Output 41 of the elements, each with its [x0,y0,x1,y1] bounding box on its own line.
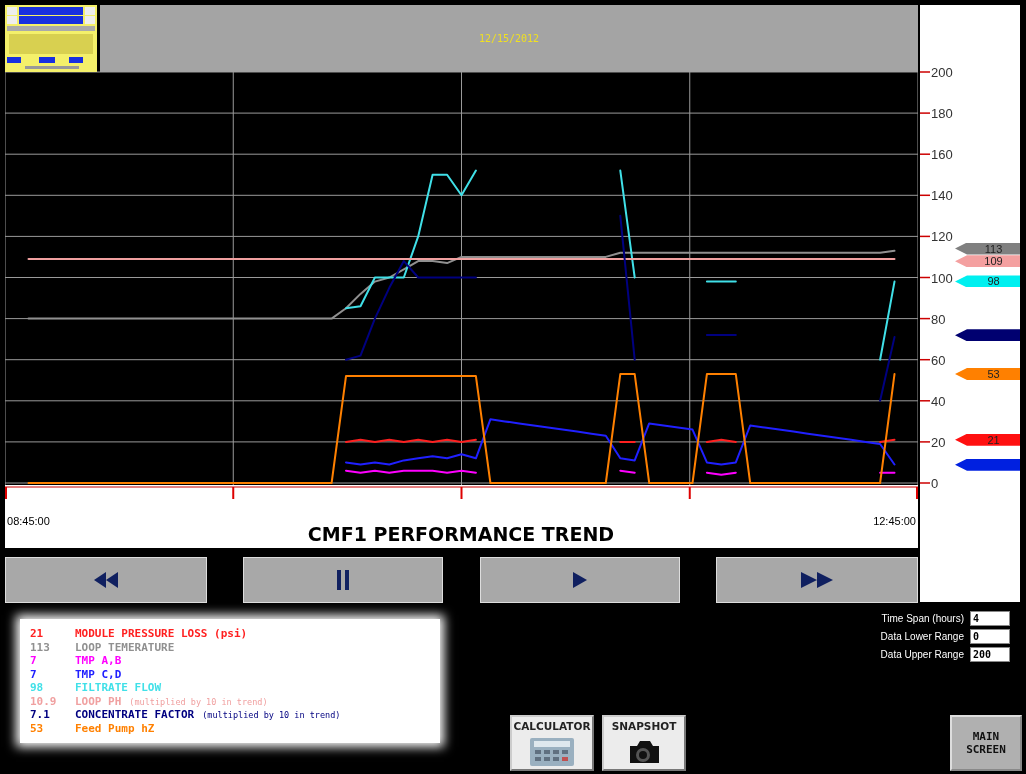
legend-value: 21 [30,627,45,640]
time-label: 08:45:00 [7,515,50,527]
legend-value: 7 [30,654,38,667]
chart-title: CMF1 PERFORMANCE TREND [307,523,615,545]
axis-label: 60 [931,352,946,368]
value-marker: 98 [955,275,1020,288]
legend-label: MODULE PRESSURE LOSS (psi) [75,627,248,640]
legend-value: 10.9 [30,694,58,708]
value-marker: 21 [955,433,1020,446]
time-label: 12:45:00 [873,515,916,527]
axis-label: 80 [931,311,946,327]
setting-label: Data Upper Range [880,649,964,660]
legend-value: 7 [30,667,38,681]
legend-value: 98 [30,681,45,694]
legend-label: LOOP PH [75,694,122,708]
axis-label: 0 [931,476,939,491]
value-marker: 53 [955,367,1020,380]
date-banner: 12/15/2012 [100,5,918,72]
legend-label: TMP A,B [75,654,122,667]
legend-value: 7.1 [30,708,51,721]
legend-note: (multiplied by 10 in trend) [202,710,341,720]
legend-label: TMP C,D [75,667,122,681]
axis-label: 20 [931,434,946,450]
legend-label: LOOP TEMERATURE [75,640,175,654]
axis-label: 160 [931,147,953,163]
value-marker: 113 [955,242,1020,255]
axis-label: 100 [931,270,953,286]
axis-label: 180 [931,106,953,122]
setting-label: Data Lower Range [880,631,964,642]
legend-label: Feed Pump hZ [75,721,155,735]
axis-label: 140 [931,188,953,204]
axis-label: 200 [931,65,953,80]
legend-value: 113 [30,640,51,654]
axis-label: 120 [931,229,953,245]
legend-label: FILTRATE FLOW [75,681,162,694]
setting-label: Time Span (hours) [881,613,964,624]
legend-note: (multiplied by 10 in trend) [129,696,268,707]
legend-label: CONCENTRATE FACTOR [75,708,195,721]
value-marker: 109 [955,255,1020,268]
axis-label: 40 [931,393,946,409]
legend-value: 53 [30,721,45,735]
